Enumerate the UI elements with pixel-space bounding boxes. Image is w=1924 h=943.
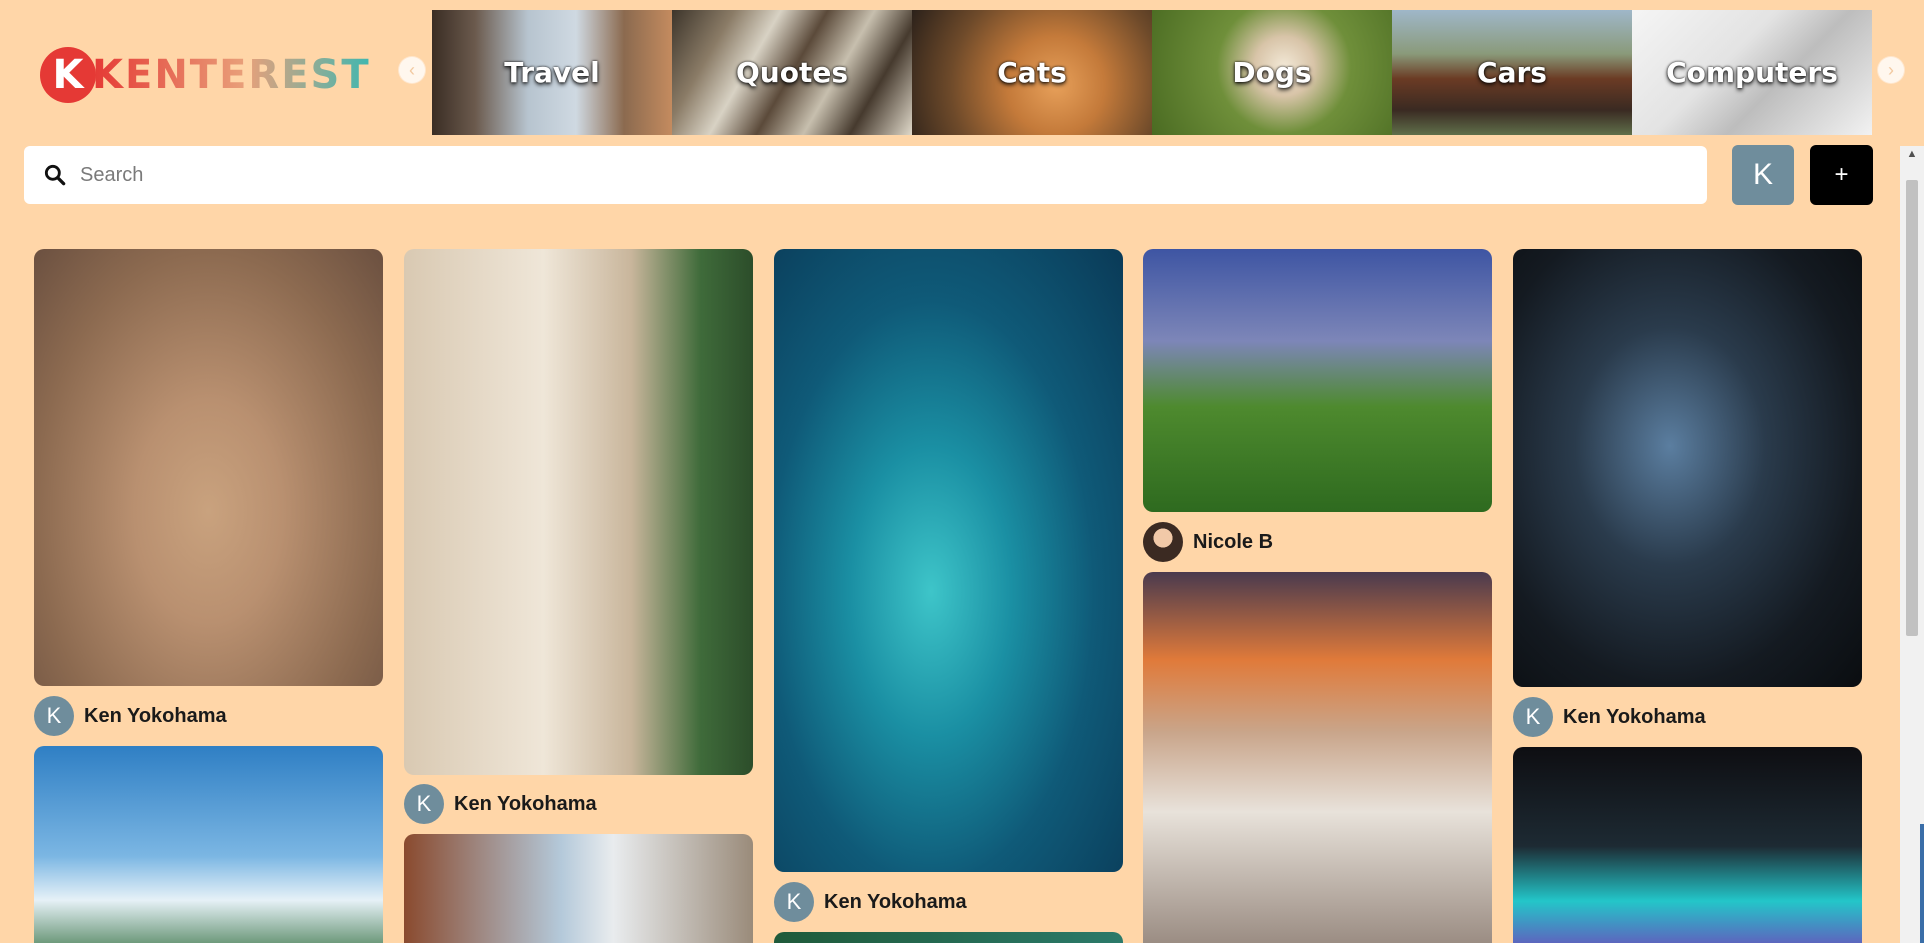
category-travel[interactable]: Travel bbox=[432, 10, 672, 135]
pin-author[interactable]: K Ken Yokohama bbox=[774, 882, 967, 922]
category-label: Dogs bbox=[1232, 56, 1312, 89]
pin-feed: K Ken Yokohama K Ken Yokohama K Ken Yoko… bbox=[0, 0, 1900, 943]
add-pin-button[interactable]: + bbox=[1810, 145, 1873, 205]
chevron-left-icon: ‹ bbox=[409, 60, 415, 80]
scrollbar-thumb[interactable] bbox=[1906, 180, 1918, 636]
pin-author[interactable]: Nicole B bbox=[1143, 522, 1273, 562]
carousel-next-button[interactable]: › bbox=[1878, 57, 1904, 83]
category-cats[interactable]: Cats bbox=[912, 10, 1152, 135]
pin-image-coast[interactable] bbox=[774, 932, 1123, 943]
scroll-marker bbox=[1920, 824, 1924, 943]
search-bar[interactable] bbox=[24, 146, 1707, 204]
category-quotes[interactable]: Quotes bbox=[672, 10, 912, 135]
category-dogs[interactable]: Dogs bbox=[1152, 10, 1392, 135]
category-label: Quotes bbox=[735, 56, 848, 89]
pin-author[interactable]: K Ken Yokohama bbox=[404, 784, 597, 824]
pin-author[interactable]: K Ken Yokohama bbox=[1513, 697, 1706, 737]
author-name: Ken Yokohama bbox=[454, 792, 597, 815]
avatar: K bbox=[404, 784, 444, 824]
avatar bbox=[1143, 522, 1183, 562]
pin-image-narrow-street[interactable] bbox=[404, 834, 753, 943]
scroll-up-icon[interactable]: ▲ bbox=[1900, 146, 1924, 162]
pin-image-mediterranean-street[interactable] bbox=[404, 249, 753, 775]
search-icon bbox=[44, 164, 66, 186]
page-scrollbar[interactable]: ▲ bbox=[1900, 146, 1924, 943]
category-label: Cats bbox=[997, 56, 1067, 89]
logo-badge: K bbox=[40, 47, 96, 103]
pin-image-rgb-pc-case[interactable] bbox=[1513, 747, 1862, 943]
pin-image-pyramids[interactable] bbox=[34, 249, 383, 686]
chevron-right-icon: › bbox=[1888, 60, 1894, 80]
pin-image-park-walk[interactable] bbox=[1143, 249, 1492, 512]
category-cars[interactable]: Cars bbox=[1392, 10, 1632, 135]
avatar: K bbox=[34, 696, 74, 736]
category-label: Cars bbox=[1477, 56, 1547, 89]
author-name: Ken Yokohama bbox=[824, 890, 967, 913]
logo-text: KENTEREST bbox=[92, 52, 371, 98]
author-name: Nicole B bbox=[1193, 530, 1274, 553]
search-input[interactable] bbox=[80, 163, 1580, 187]
category-computers[interactable]: Computers bbox=[1632, 10, 1872, 135]
category-label: Travel bbox=[504, 56, 600, 89]
author-name: Ken Yokohama bbox=[1563, 705, 1706, 728]
pin-author[interactable]: K Ken Yokohama bbox=[34, 696, 227, 736]
pin-image-gaming-desk[interactable] bbox=[1513, 249, 1862, 687]
profile-button[interactable]: K bbox=[1732, 145, 1794, 205]
avatar: K bbox=[1513, 697, 1553, 737]
avatar: K bbox=[774, 882, 814, 922]
pin-image-santorini-sunset[interactable] bbox=[1143, 572, 1492, 943]
category-carousel: Travel Quotes Cats Dogs Cars Computers bbox=[432, 10, 1872, 135]
pin-image-tropical-island[interactable] bbox=[34, 746, 383, 943]
pin-image-ocean-cove[interactable] bbox=[774, 249, 1123, 872]
author-name: Ken Yokohama bbox=[84, 704, 227, 727]
carousel-prev-button[interactable]: ‹ bbox=[399, 57, 425, 83]
app-logo[interactable]: K KENTEREST bbox=[40, 46, 371, 104]
category-label: Computers bbox=[1666, 56, 1838, 89]
